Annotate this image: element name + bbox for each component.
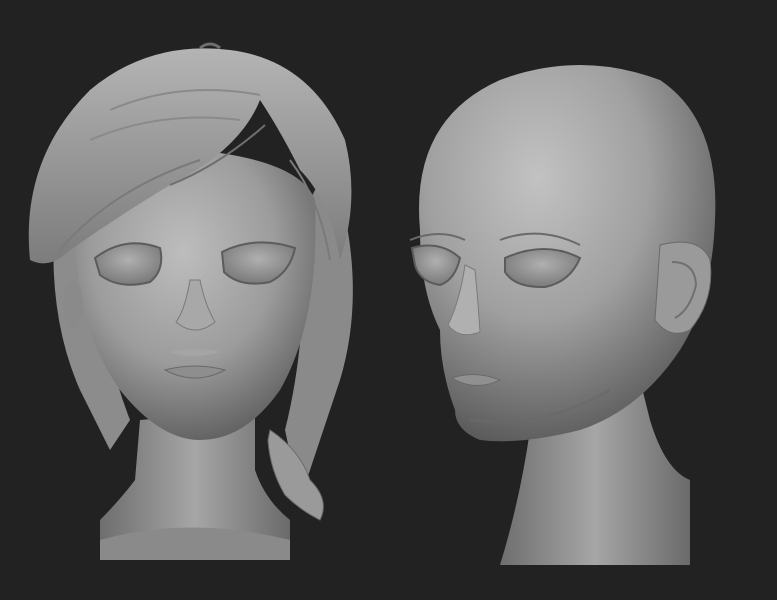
- render-canvas: [28, 42, 716, 565]
- sculpt-render: [0, 0, 777, 600]
- left-head: [28, 42, 353, 560]
- right-ear: [654, 241, 712, 334]
- right-head: [409, 65, 716, 565]
